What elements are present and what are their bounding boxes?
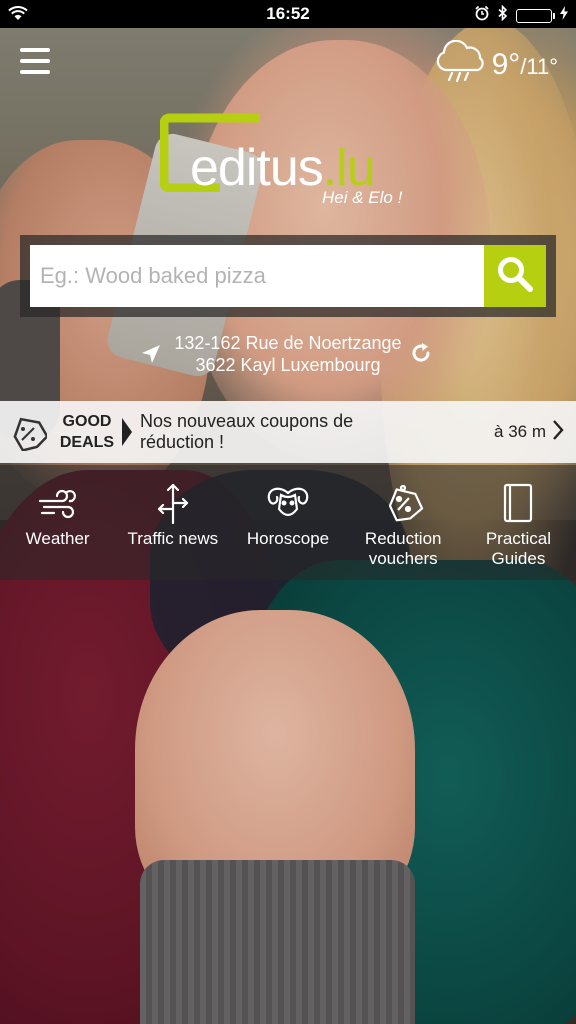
- book-icon: [501, 479, 535, 527]
- deals-label-line2: DEALS: [59, 434, 115, 451]
- shortcut-label-line2: Guides: [491, 549, 546, 568]
- logo-tagline: Hei & Elo !: [322, 188, 403, 207]
- status-bar: 16:52: [0, 0, 576, 28]
- search-icon: [496, 255, 534, 298]
- good-deals-banner[interactable]: GOOD DEALS Nos nouveaux coupons de réduc…: [0, 401, 576, 463]
- shortcut-horoscope[interactable]: Horoscope: [230, 465, 345, 580]
- charging-icon: [560, 6, 568, 25]
- shortcut-label: Weather: [25, 529, 90, 548]
- logo-brand-text: editus: [190, 139, 324, 197]
- location-arrow-icon: [140, 343, 162, 370]
- chevron-right-icon: [552, 419, 564, 446]
- hamburger-menu-icon[interactable]: [20, 48, 50, 76]
- shortcuts-bar: Weather Traffic news Horoscope Reduction…: [0, 465, 576, 580]
- deals-text-line1: Nos nouveaux coupons de: [140, 411, 354, 431]
- battery-icon: [516, 8, 555, 23]
- deals-text-line2: réduction !: [140, 432, 225, 452]
- alarm-icon: [474, 5, 490, 26]
- coupon-tag-icon: [382, 479, 424, 527]
- shortcut-reduction-vouchers[interactable]: Reduction vouchers: [346, 465, 461, 580]
- weather-widget[interactable]: 9°/11°: [434, 39, 558, 89]
- directions-icon: [153, 479, 193, 527]
- divider-arrow: [122, 418, 132, 446]
- shortcut-label: Traffic news: [127, 529, 219, 548]
- bluetooth-icon: [498, 4, 508, 26]
- current-location[interactable]: 132-162 Rue de Noertzange 3622 Kayl Luxe…: [140, 330, 440, 380]
- shortcut-practical-guides[interactable]: Practical Guides: [461, 465, 576, 580]
- deals-label-line1: GOOD: [62, 413, 112, 430]
- address-line2: 3622 Kayl Luxembourg: [195, 355, 381, 375]
- shortcut-label-line2: vouchers: [368, 549, 438, 568]
- shortcut-label-line1: Practical: [485, 529, 551, 548]
- deals-distance: à 36 m: [494, 422, 546, 441]
- search-bar: [20, 235, 556, 317]
- search-button[interactable]: [484, 245, 546, 307]
- shortcut-label-line1: Reduction: [364, 529, 442, 548]
- temp-current: 9°: [491, 47, 521, 81]
- wind-icon: [38, 479, 78, 527]
- shortcut-weather[interactable]: Weather: [0, 465, 115, 580]
- refresh-icon[interactable]: [410, 342, 432, 369]
- search-input[interactable]: [30, 245, 484, 307]
- editus-logo: editus.lu Hei & Elo !: [160, 112, 430, 222]
- ram-icon: [265, 479, 311, 527]
- address-line1: 132-162 Rue de Noertzange: [174, 333, 402, 353]
- shortcut-label: Horoscope: [246, 529, 330, 548]
- rain-cloud-icon: [434, 39, 488, 89]
- deal-tag-icon: [0, 413, 56, 451]
- shortcut-traffic-news[interactable]: Traffic news: [115, 465, 230, 580]
- temp-high: /11°: [520, 53, 558, 79]
